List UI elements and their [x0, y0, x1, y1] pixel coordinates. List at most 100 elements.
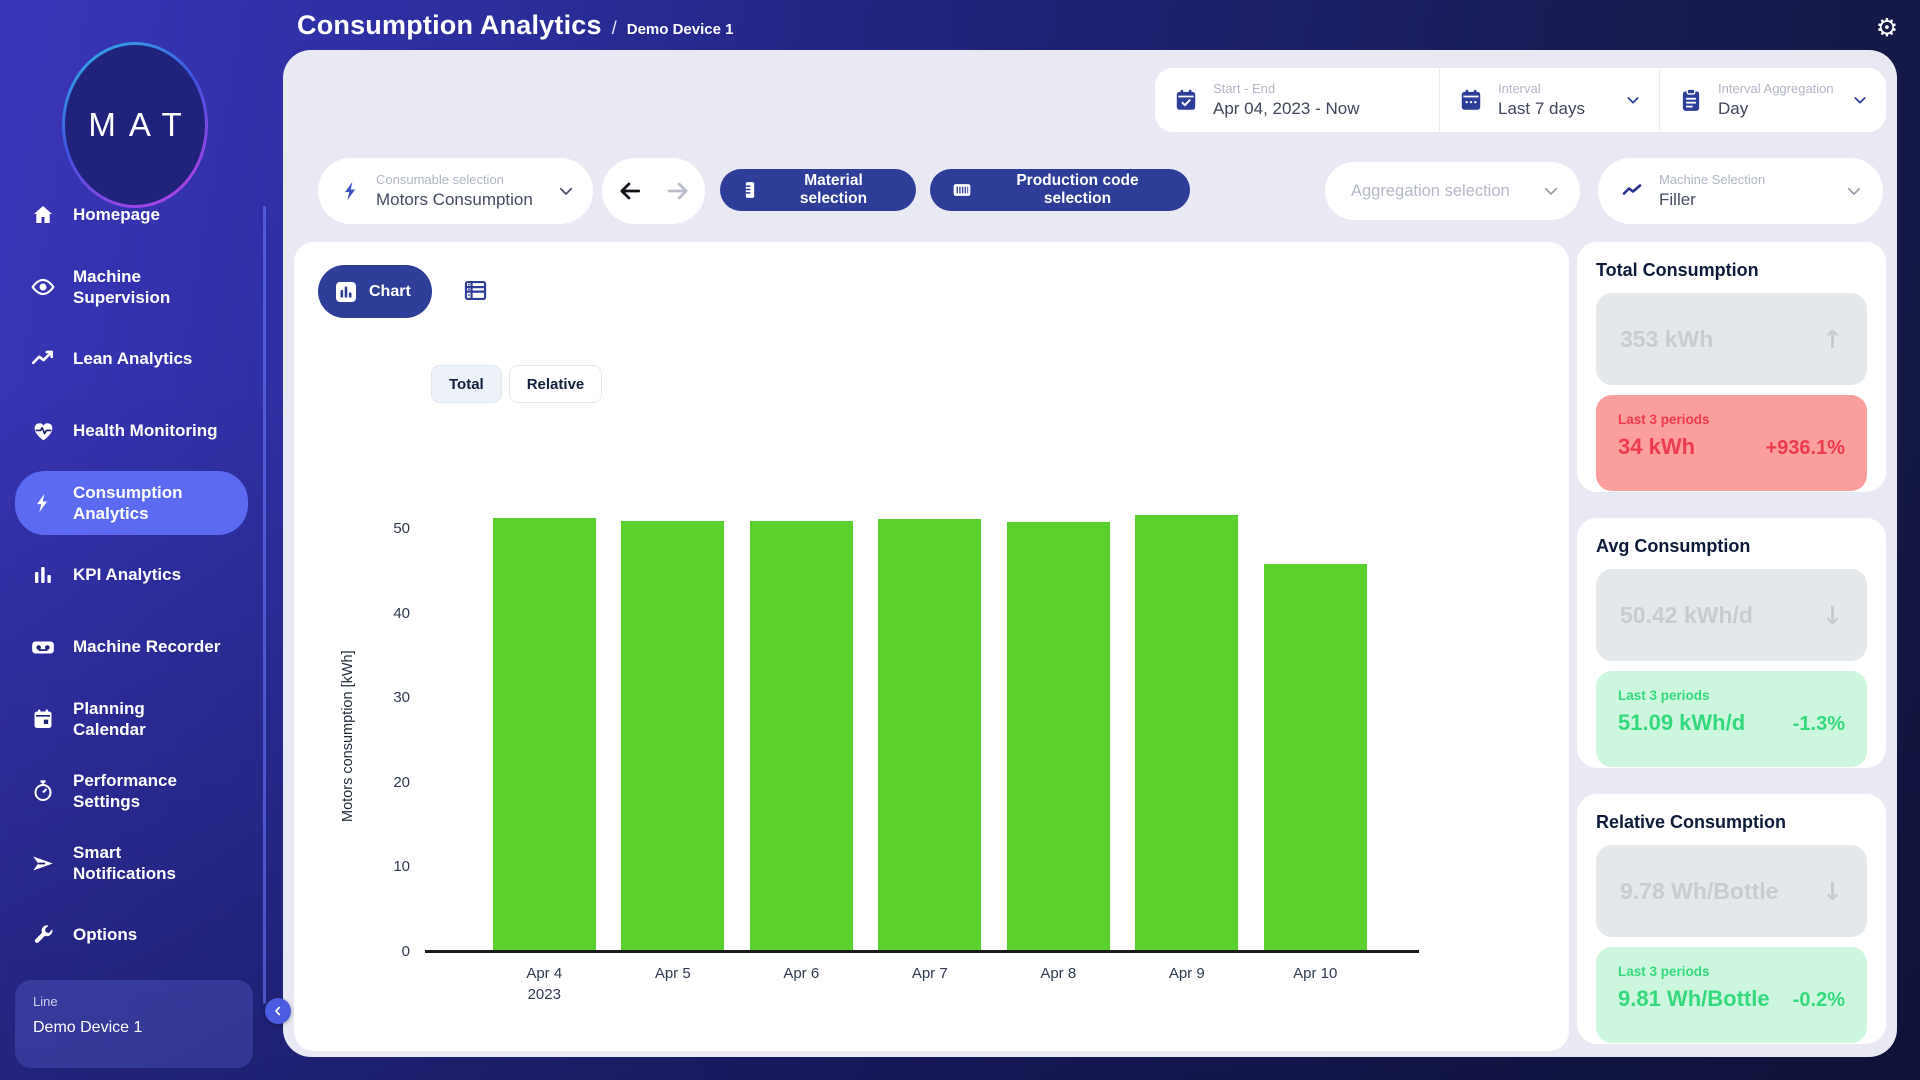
device-card[interactable]: Line Demo Device 1: [15, 980, 253, 1068]
x-axis-labels: Apr 4 2023Apr 5Apr 6Apr 7Apr 8Apr 9Apr 1…: [480, 963, 1380, 1005]
chart-bar-2[interactable]: [621, 521, 724, 951]
wrench-icon: [30, 923, 56, 947]
production-code-selection-label: Production code selection: [985, 172, 1170, 208]
y-tick-label: 50: [370, 520, 410, 537]
bar-chart-icon: [334, 280, 358, 304]
table-icon: [462, 277, 489, 304]
stat-title: Avg Consumption: [1596, 536, 1867, 557]
chart-bar-7[interactable]: [1264, 564, 1367, 951]
calendar-check-icon: [1173, 87, 1199, 113]
recorder-icon: [30, 634, 56, 661]
tab-chart-label: Chart: [369, 283, 411, 301]
stat-period-label: Last 3 periods: [1618, 688, 1845, 703]
bar-slot: [994, 521, 1123, 951]
filter-bar: Start - End Apr 04, 2023 - Now Interval …: [1155, 68, 1886, 132]
chevron-down-icon: [1625, 92, 1641, 108]
chart-bar-3[interactable]: [750, 521, 853, 951]
material-selection-button[interactable]: Material selection: [720, 169, 916, 211]
stat-period-box: Last 3 periods 34 kWh +936.1%: [1596, 395, 1867, 491]
chevron-down-icon: [1852, 92, 1868, 108]
sidebar-item-health-monitoring[interactable]: Health Monitoring: [0, 395, 267, 467]
bar-slot: [609, 521, 738, 951]
sidebar-item-machine-supervision[interactable]: Machine Supervision: [0, 251, 267, 323]
calendar-icon: [1458, 87, 1484, 113]
aggregation-selector[interactable]: Aggregation selection: [1325, 162, 1580, 220]
stats-column: Total Consumption 353 kWh↑ Last 3 periods 3…: [1577, 242, 1886, 1044]
chart-bar-4[interactable]: [878, 519, 981, 951]
chart-bar-1[interactable]: [493, 518, 596, 951]
stat-value: 9.78 Wh/Bottle: [1620, 878, 1778, 905]
content-panel: Start - End Apr 04, 2023 - Now Interval …: [283, 50, 1897, 1057]
x-axis-line: [425, 950, 1419, 953]
sidebar-collapse-button[interactable]: [265, 998, 291, 1024]
chart-bar-5[interactable]: [1007, 522, 1110, 951]
breadcrumb-separator: /: [612, 18, 617, 39]
trend-down-arrow-icon: ↓: [1822, 877, 1843, 906]
sidebar-item-machine-recorder[interactable]: Machine Recorder: [0, 611, 267, 683]
barcode-icon: [950, 180, 974, 200]
interval-filter[interactable]: Interval Last 7 days: [1440, 68, 1659, 132]
bar-slot: [737, 521, 866, 951]
bars-icon: [30, 563, 56, 587]
consumable-value: Motors Consumption: [376, 190, 543, 210]
stat-period-value: 34 kWh: [1618, 434, 1695, 460]
forward-arrow-button[interactable]: [665, 178, 691, 204]
sidebar-item-label: Performance Settings: [73, 770, 177, 813]
sidebar-item-label: Homepage: [73, 204, 160, 225]
consumable-selector[interactable]: Consumable selection Motors Consumption: [318, 158, 593, 224]
stat-current-box: 353 kWh↑: [1596, 293, 1867, 385]
interval-aggregation-value: Day: [1718, 99, 1838, 119]
sidebar-scrollbar[interactable]: [263, 206, 266, 1004]
stat-period-change: -1.3%: [1793, 713, 1845, 736]
toggle-total[interactable]: Total: [431, 365, 502, 403]
machine-selector[interactable]: Machine Selection Filler: [1598, 158, 1883, 224]
tab-chart[interactable]: Chart: [318, 265, 432, 318]
sidebar-item-smart-notifications[interactable]: Smart Notifications: [0, 827, 267, 899]
start-end-filter[interactable]: Start - End Apr 04, 2023 - Now: [1155, 68, 1439, 132]
interval-aggregation-label: Interval Aggregation: [1718, 81, 1838, 96]
back-arrow-button[interactable]: [617, 178, 643, 204]
sidebar-item-options[interactable]: Options: [0, 899, 267, 971]
consumable-label: Consumable selection: [376, 172, 543, 187]
settings-gear-button[interactable]: ⚙: [1870, 10, 1904, 44]
sidebar-item-consumption-analytics[interactable]: Consumption Analytics: [0, 467, 267, 539]
sidebar-item-label: Planning Calendar: [73, 698, 146, 741]
sidebar-item-homepage[interactable]: Homepage: [0, 179, 267, 251]
bar-slot: [1123, 521, 1252, 951]
bolt-icon: [30, 491, 56, 515]
sidebar-item-label: Lean Analytics: [73, 348, 192, 369]
stat-period-label: Last 3 periods: [1618, 964, 1845, 979]
sidebar-item-label: Smart Notifications: [73, 842, 176, 885]
sidebar-item-label: Consumption Analytics: [73, 482, 183, 525]
stat-title: Total Consumption: [1596, 260, 1867, 281]
stat-value: 353 kWh: [1620, 326, 1713, 353]
chart-bar-6[interactable]: [1135, 515, 1238, 951]
device-name: Demo Device 1: [33, 1019, 235, 1037]
home-icon: [30, 203, 56, 227]
chevron-left-icon: [272, 1005, 284, 1017]
table-view-button[interactable]: [462, 277, 489, 307]
stat-period-label: Last 3 periods: [1618, 412, 1845, 427]
interval-aggregation-filter[interactable]: Interval Aggregation Day: [1660, 68, 1886, 132]
stat-card-relative-consumption: Relative Consumption9.78 Wh/Bottle↓Last …: [1577, 794, 1886, 1044]
chevron-down-icon: [557, 182, 575, 200]
stat-period-change: +936.1%: [1765, 437, 1845, 460]
production-code-selection-button[interactable]: Production code selection: [930, 169, 1190, 211]
sidebar-item-performance-settings[interactable]: Performance Settings: [0, 755, 267, 827]
sidebar-item-label: Options: [73, 924, 137, 945]
bar-slot: [866, 521, 995, 951]
machine-selection-value: Filler: [1659, 190, 1830, 210]
y-tick-label: 10: [370, 858, 410, 875]
interval-value: Last 7 days: [1498, 99, 1611, 119]
stat-period-value: 9.81 Wh/Bottle: [1618, 986, 1770, 1012]
sidebar-item-planning-calendar[interactable]: Planning Calendar: [0, 683, 267, 755]
stat-period-box: Last 3 periods51.09 kWh/d-1.3%: [1596, 671, 1867, 767]
x-tick-label: Apr 4 2023: [480, 963, 609, 1005]
toggle-relative[interactable]: Relative: [509, 365, 603, 403]
x-tick-label: Apr 7: [866, 963, 995, 1005]
sidebar: MAT HomepageMachine SupervisionLean Anal…: [0, 0, 267, 1080]
sidebar-item-kpi-analytics[interactable]: KPI Analytics: [0, 539, 267, 611]
sidebar-item-lean-analytics[interactable]: Lean Analytics: [0, 323, 267, 395]
start-end-label: Start - End: [1213, 81, 1359, 96]
material-icon: [740, 179, 760, 201]
